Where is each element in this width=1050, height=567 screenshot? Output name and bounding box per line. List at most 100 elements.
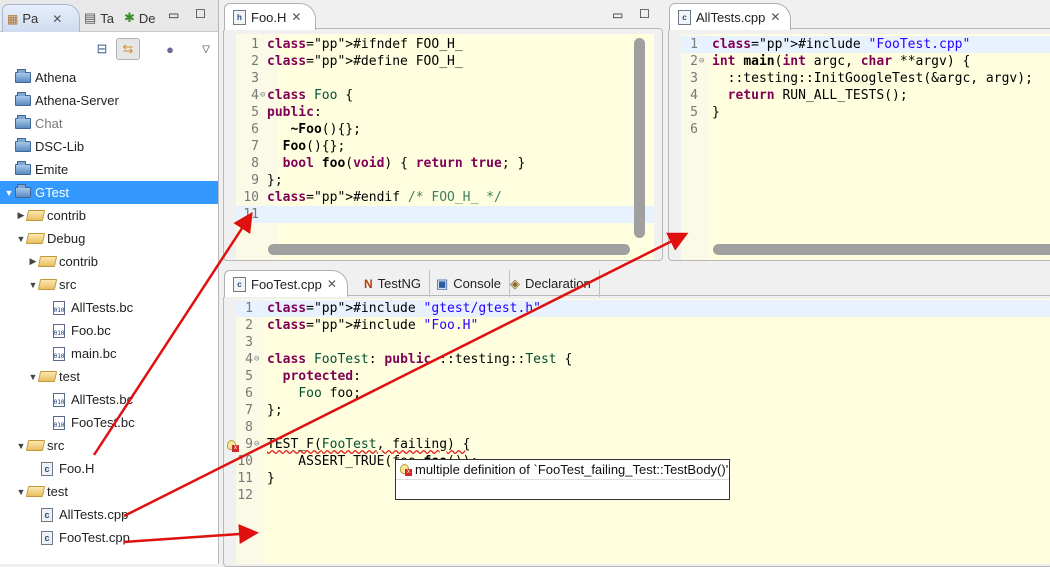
tree-item[interactable]: ▼ src (0, 434, 218, 457)
collapsed-twisty-icon[interactable]: ▶ (28, 256, 38, 267)
code-line[interactable]: 8 (236, 419, 1050, 436)
fold-toggle-icon[interactable]: ⊖ (699, 53, 704, 70)
tree-item[interactable]: ▼ test (0, 365, 218, 388)
view-menu-icon[interactable]: ▽ (194, 38, 218, 60)
tab-testng[interactable]: N TestNG (356, 270, 431, 297)
filters-icon[interactable]: ● (158, 38, 182, 60)
tree-item[interactable]: 010 Foo.bc (0, 319, 218, 342)
line-number: 6 (251, 122, 259, 137)
tab-console[interactable]: ▣ Console (428, 270, 510, 297)
code-line[interactable]: 7}; (236, 402, 1050, 419)
minimize-icon[interactable]: ▭ (168, 8, 179, 22)
binary-file-icon: 010 (53, 415, 65, 430)
fold-toggle-icon[interactable]: ⊖ (254, 351, 259, 368)
code-editor-foo-h[interactable]: 1 class="pp">#ifndef FOO_H_ 2 class="pp">#d… (236, 34, 654, 260)
code-line[interactable]: 1 class="pp">#include "gtest/gtest.h" (236, 300, 1050, 317)
expanded-twisty-icon[interactable]: ▼ (28, 280, 38, 290)
horizontal-scrollbar[interactable] (268, 244, 630, 255)
c-source-file-icon: c (41, 507, 53, 522)
tab-task-list[interactable]: ▤ Ta (80, 4, 118, 32)
expanded-twisty-icon[interactable]: ▼ (4, 188, 14, 198)
code-text: }; (267, 403, 283, 418)
project-explorer-panel: ▦ Pa ✕ ▤ Ta ✱ De ▭ ☐ ⊟ ⇆ ● ▽ Athena Athen… (0, 0, 219, 564)
error-marker-icon[interactable] (227, 440, 239, 452)
tab-alltests-cpp[interactable]: c AllTests.cpp ✕ (669, 3, 791, 30)
tree-item[interactable]: ▶ contrib (0, 204, 218, 227)
tree-item[interactable]: 010 FooTest.bc (0, 411, 218, 434)
collapsed-twisty-icon[interactable]: ▶ (16, 210, 26, 221)
code-line[interactable]: 4 ⊖ class Foo { (236, 87, 654, 104)
code-text: ::testing::InitGoogleTest(&argc, argv); (712, 71, 1033, 86)
code-line[interactable]: 2 class="pp">#include "Foo.H" (236, 317, 1050, 334)
code-line[interactable]: 4 return RUN_ALL_TESTS(); (681, 87, 1050, 104)
tree-item[interactable]: ▼ Debug (0, 227, 218, 250)
code-line[interactable]: 2 ⊖ int main(int argc, char **argv) { (681, 53, 1050, 70)
vertical-scrollbar[interactable] (634, 38, 645, 238)
tree-item[interactable]: 010 main.bc (0, 342, 218, 365)
close-icon[interactable]: ✕ (52, 12, 62, 26)
code-line[interactable]: 3 (236, 70, 654, 87)
tab-footest-cpp[interactable]: c FooTest.cpp ✕ (224, 270, 348, 297)
expanded-twisty-icon[interactable]: ▼ (28, 372, 38, 382)
code-line[interactable]: 9 ⊖ TEST_F(FooTest, failing) { (236, 436, 1050, 453)
tab-debug[interactable]: ✱ De (120, 4, 160, 32)
close-icon[interactable]: ✕ (291, 10, 301, 24)
link-with-editor-icon[interactable]: ⇆ (116, 38, 140, 60)
tree-item[interactable]: Athena (0, 66, 218, 89)
code-line[interactable]: 6 (681, 121, 1050, 138)
code-line[interactable]: 5 public: (236, 104, 654, 121)
code-editor-alltests[interactable]: 1 class="pp">#include "FooTest.cpp" 2 ⊖ int … (681, 34, 1050, 260)
tree-item[interactable]: c Foo.H (0, 457, 218, 480)
tree-item[interactable]: c AllTests.cpp (0, 503, 218, 526)
tab-project-explorer[interactable]: ▦ Pa ✕ (2, 4, 80, 32)
code-line[interactable]: 3 ::testing::InitGoogleTest(&argc, argv)… (681, 70, 1050, 87)
fold-toggle-icon[interactable]: ⊖ (260, 87, 265, 104)
minimize-icon[interactable]: ▭ (612, 8, 623, 22)
tab-foo-h[interactable]: h Foo.H ✕ (224, 3, 316, 30)
expanded-twisty-icon[interactable]: ▼ (16, 234, 26, 244)
tree-item[interactable]: DSC-Lib (0, 135, 218, 158)
expanded-twisty-icon[interactable]: ▼ (16, 441, 26, 451)
line-number: 1 (690, 37, 698, 52)
code-line[interactable]: 1 class="pp">#include "FooTest.cpp" (681, 36, 1050, 53)
tree-item[interactable]: c FooTest.cpp (0, 526, 218, 549)
code-editor-footest[interactable]: 1 class="pp">#include "gtest/gtest.h" 2 cla… (236, 299, 1050, 564)
code-line[interactable]: 1 class="pp">#ifndef FOO_H_ (236, 36, 654, 53)
collapse-all-icon[interactable]: ⊟ (90, 38, 114, 60)
horizontal-scrollbar[interactable] (713, 244, 1050, 255)
code-line[interactable]: 7 Foo(){}; (236, 138, 654, 155)
close-icon[interactable]: ✕ (770, 10, 780, 24)
tree-item-label: AllTests.bc (71, 392, 134, 407)
tree-item[interactable]: ▶ contrib (0, 250, 218, 273)
tree-item[interactable]: 010 AllTests.bc (0, 388, 218, 411)
code-line[interactable]: 2 class="pp">#define FOO_H_ (236, 53, 654, 70)
code-line[interactable]: 5 protected: (236, 368, 1050, 385)
tree-item[interactable]: 010 AllTests.bc (0, 296, 218, 319)
tree-item[interactable]: ▼ GTest (0, 181, 218, 204)
project-explorer-tabs: ▦ Pa ✕ ▤ Ta ✱ De ▭ ☐ (0, 0, 218, 32)
maximize-icon[interactable]: ☐ (639, 7, 650, 21)
fold-toggle-icon[interactable]: ⊖ (254, 436, 259, 453)
code-line[interactable]: 4 ⊖ class FooTest: public ::testing::Test … (236, 351, 1050, 368)
line-number: 7 (245, 403, 253, 418)
close-icon[interactable]: ✕ (327, 277, 337, 291)
tree-item[interactable]: ▼ test (0, 480, 218, 503)
code-line[interactable]: 6 ~Foo(){}; (236, 121, 654, 138)
code-line[interactable]: 3 (236, 334, 1050, 351)
line-number: 8 (251, 156, 259, 171)
code-text: Foo(){}; (282, 139, 346, 154)
tree-item[interactable]: Athena-Server (0, 89, 218, 112)
tree-item[interactable]: Chat (0, 112, 218, 135)
tab-declaration[interactable]: ◈ Declaration (502, 270, 600, 297)
tree-item[interactable]: Emite (0, 158, 218, 181)
code-line[interactable]: 10 class="pp">#endif /* FOO_H_ */ (236, 189, 654, 206)
code-line[interactable]: 5} (681, 104, 1050, 121)
code-line[interactable]: 11 (236, 206, 654, 223)
maximize-icon[interactable]: ☐ (195, 7, 206, 21)
expanded-twisty-icon[interactable]: ▼ (16, 487, 26, 497)
code-line[interactable]: 6 Foo foo; (236, 385, 1050, 402)
code-line[interactable]: 9}; (236, 172, 654, 189)
tree-item[interactable]: ▼ src (0, 273, 218, 296)
code-line[interactable]: 8 bool foo(void) { return true; } (236, 155, 654, 172)
line-number: 12 (237, 488, 253, 503)
